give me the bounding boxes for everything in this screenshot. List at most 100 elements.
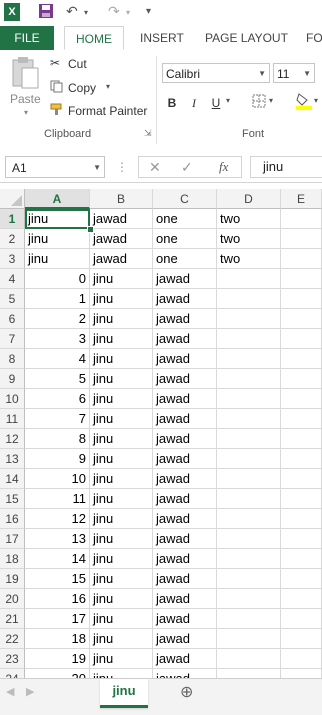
cell-e[interactable] (281, 529, 322, 549)
cell-d[interactable] (217, 529, 281, 549)
cut-button[interactable]: Cut (68, 57, 87, 71)
paste-button[interactable]: Paste (10, 92, 41, 106)
row-header[interactable]: 18 (0, 549, 25, 569)
row-header[interactable]: 21 (0, 609, 25, 629)
cell-a[interactable]: 11 (25, 489, 90, 509)
cell-e[interactable] (281, 329, 322, 349)
cell-b[interactable]: jinu (90, 429, 153, 449)
column-header-d[interactable]: D (217, 189, 281, 209)
cell-a[interactable]: 15 (25, 569, 90, 589)
cell-d[interactable]: two (217, 249, 281, 269)
cell-b[interactable]: jinu (90, 489, 153, 509)
cell-b[interactable]: jinu (90, 649, 153, 669)
cell-b[interactable]: jawad (90, 209, 153, 229)
cell-b[interactable]: jinu (90, 309, 153, 329)
tab-insert[interactable]: INSERT (140, 26, 184, 50)
row-header[interactable]: 7 (0, 329, 25, 349)
row-header[interactable]: 15 (0, 489, 25, 509)
font-name-select[interactable]: Calibri ▼ (162, 63, 270, 83)
cell-d[interactable] (217, 609, 281, 629)
cell-e[interactable] (281, 649, 322, 669)
cell-a[interactable]: 17 (25, 609, 90, 629)
cell-d[interactable] (217, 269, 281, 289)
cell-d[interactable] (217, 349, 281, 369)
fill-color-dropdown-icon[interactable]: ▾ (314, 96, 318, 105)
cell-c[interactable]: jawad (153, 429, 217, 449)
row-header[interactable]: 10 (0, 389, 25, 409)
cell-d[interactable] (217, 369, 281, 389)
row-header[interactable]: 20 (0, 589, 25, 609)
row-header[interactable]: 14 (0, 469, 25, 489)
cell-b[interactable]: jinu (90, 589, 153, 609)
cell-b[interactable]: jinu (90, 549, 153, 569)
cell-d[interactable] (217, 589, 281, 609)
cell-a[interactable]: 14 (25, 549, 90, 569)
cell-c[interactable]: jawad (153, 529, 217, 549)
copy-button[interactable]: Copy (68, 81, 96, 95)
cell-b[interactable]: jinu (90, 629, 153, 649)
cell-c[interactable]: jawad (153, 349, 217, 369)
column-header-b[interactable]: B (90, 189, 153, 209)
cell-e[interactable] (281, 429, 322, 449)
cell-b[interactable]: jinu (90, 389, 153, 409)
cell-a[interactable]: 3 (25, 329, 90, 349)
cell-c[interactable]: jawad (153, 569, 217, 589)
name-box[interactable]: A1 ▼ (5, 156, 105, 178)
cell-a[interactable]: jinu (25, 249, 90, 269)
cell-a[interactable]: 13 (25, 529, 90, 549)
row-header[interactable]: 17 (0, 529, 25, 549)
row-header[interactable]: 19 (0, 569, 25, 589)
row-header[interactable]: 23 (0, 649, 25, 669)
cell-c[interactable]: jawad (153, 329, 217, 349)
cell-e[interactable] (281, 269, 322, 289)
cell-a[interactable]: 5 (25, 369, 90, 389)
redo-dropdown-icon[interactable]: ▾ (126, 8, 130, 17)
cell-a-selected[interactable]: jinu (25, 209, 90, 229)
scroll-right-icon[interactable]: ▶ (26, 685, 34, 698)
cell-c[interactable]: jawad (153, 409, 217, 429)
row-header[interactable]: 11 (0, 409, 25, 429)
row-header[interactable]: 6 (0, 309, 25, 329)
cell-d[interactable] (217, 329, 281, 349)
cell-e[interactable] (281, 369, 322, 389)
cell-c[interactable]: jawad (153, 489, 217, 509)
tab-file[interactable]: FILE (0, 26, 54, 50)
cell-b[interactable]: jinu (90, 409, 153, 429)
cell-b[interactable]: jinu (90, 289, 153, 309)
cell-c[interactable]: jawad (153, 289, 217, 309)
cell-a[interactable]: 1 (25, 289, 90, 309)
cell-a[interactable]: 8 (25, 429, 90, 449)
borders-icon[interactable] (252, 94, 266, 111)
cell-e[interactable] (281, 349, 322, 369)
cell-e[interactable] (281, 209, 322, 229)
cell-a[interactable]: 9 (25, 449, 90, 469)
cell-e[interactable] (281, 609, 322, 629)
cell-e[interactable] (281, 629, 322, 649)
redo-icon[interactable]: ↷ (108, 3, 120, 20)
cell-d[interactable] (217, 309, 281, 329)
cell-e[interactable] (281, 409, 322, 429)
cell-b[interactable]: jinu (90, 369, 153, 389)
cell-c[interactable]: jawad (153, 589, 217, 609)
cell-d[interactable]: two (217, 209, 281, 229)
cell-c[interactable]: jawad (153, 389, 217, 409)
cell-e[interactable] (281, 449, 322, 469)
cell-c[interactable]: jawad (153, 469, 217, 489)
cell-c[interactable]: jawad (153, 549, 217, 569)
cell-b[interactable]: jawad (90, 249, 153, 269)
cell-b[interactable]: jinu (90, 349, 153, 369)
add-sheet-icon[interactable]: ⊕ (180, 682, 193, 702)
row-header[interactable]: 1 (0, 209, 25, 229)
cell-e[interactable] (281, 489, 322, 509)
cell-b[interactable]: jinu (90, 569, 153, 589)
underline-button[interactable]: U (207, 94, 225, 112)
row-header[interactable]: 3 (0, 249, 25, 269)
cell-a[interactable]: 18 (25, 629, 90, 649)
cell-d[interactable] (217, 449, 281, 469)
fill-color-icon[interactable] (296, 92, 312, 113)
formula-input[interactable]: jinu (250, 156, 322, 178)
cell-c[interactable]: jawad (153, 269, 217, 289)
undo-dropdown-icon[interactable]: ▾ (84, 8, 88, 17)
cell-d[interactable] (217, 289, 281, 309)
tab-page-layout[interactable]: PAGE LAYOUT (205, 26, 288, 50)
